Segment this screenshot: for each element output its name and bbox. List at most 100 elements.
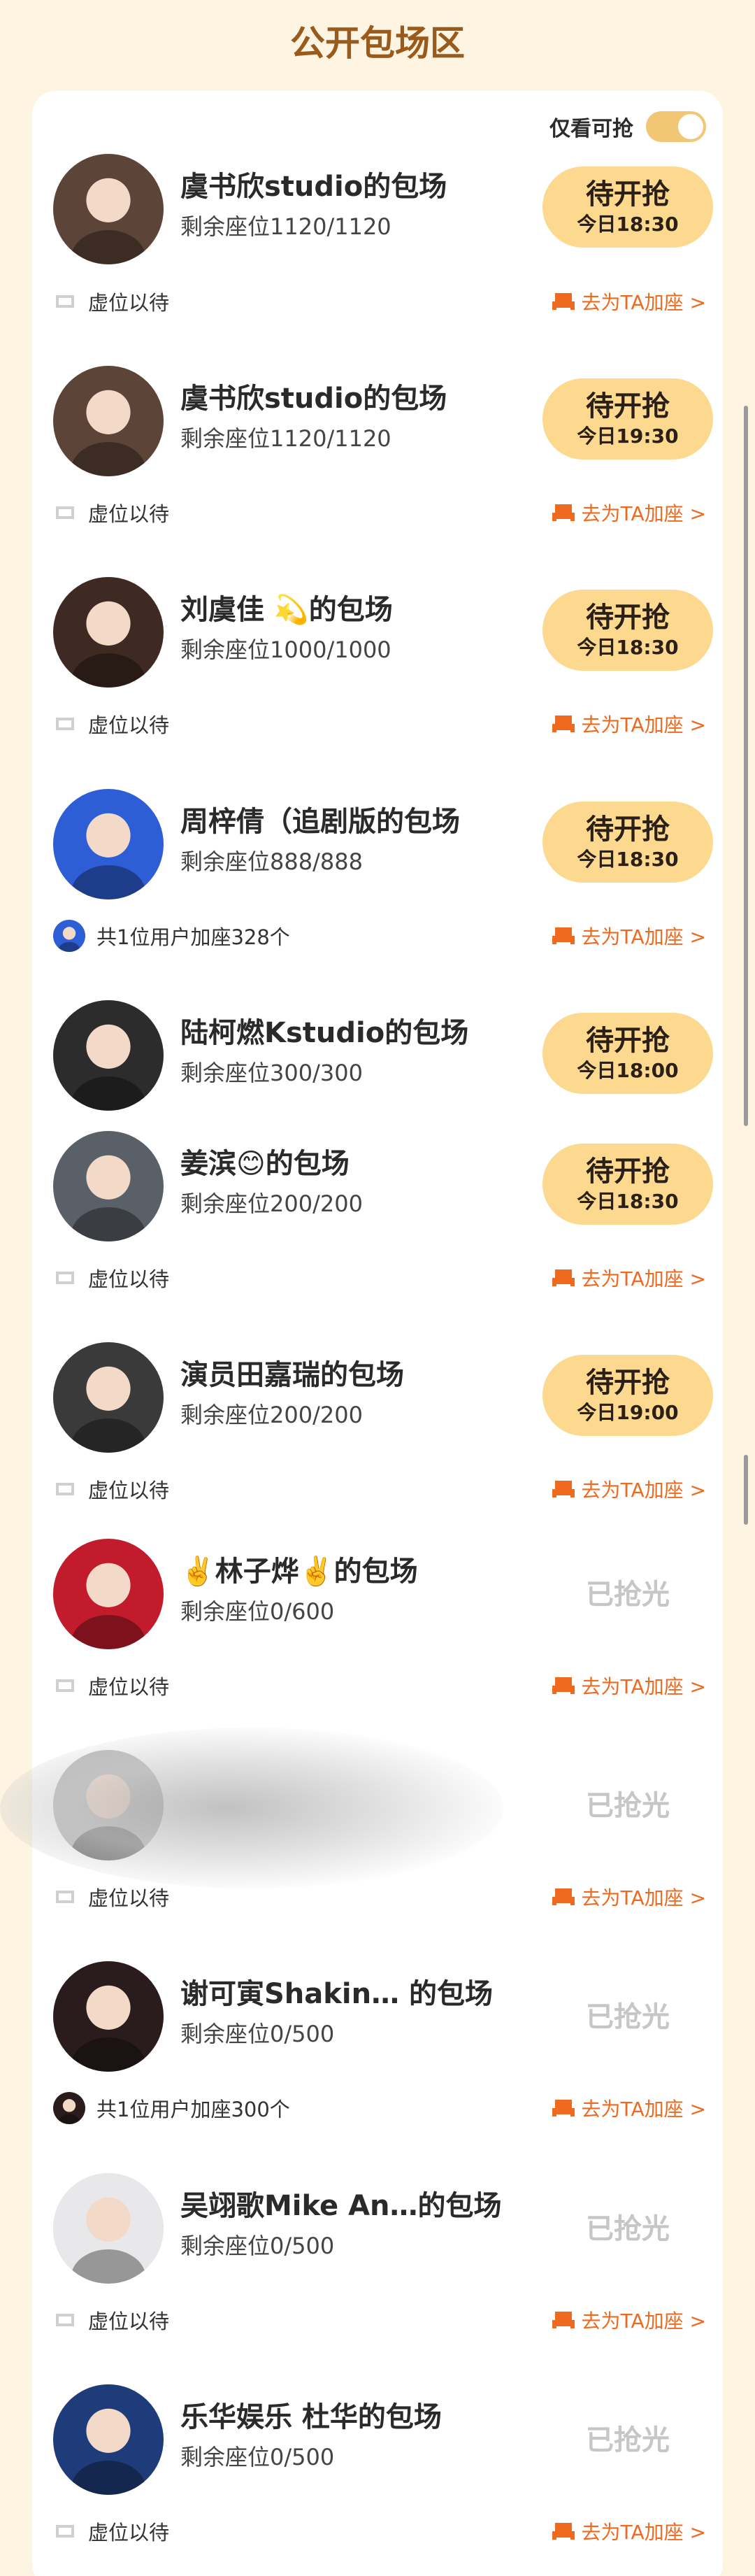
add-seat-label: 去为TA加座 > (581, 291, 706, 314)
avatar[interactable] (53, 789, 164, 899)
add-seat-link[interactable]: 去为TA加座 > (551, 2093, 706, 2123)
pending-button[interactable]: 待开抢 今日18:30 (542, 802, 713, 883)
pending-button[interactable]: 待开抢 今日18:30 (542, 1144, 713, 1225)
add-seat-label: 去为TA加座 > (581, 2098, 706, 2121)
pending-button[interactable]: 待开抢 今日18:00 (542, 1013, 713, 1094)
avatar[interactable] (53, 1961, 164, 2072)
event-row: 刘虞佳 💫的包场 剩余座位1000/1000 待开抢 今日18:30 (32, 576, 723, 716)
avatar[interactable] (53, 154, 164, 264)
event-title[interactable]: 虞书欣studio的包场 (180, 380, 447, 418)
status-label: 待开抢 (586, 602, 670, 634)
row-footer-info: 虚位以待 (53, 2305, 169, 2335)
row-footer-info: 共1位用户加座328个 (53, 920, 290, 952)
row-footer-info: 虚位以待 (53, 709, 169, 739)
status-label: 待开抢 (586, 178, 670, 211)
footer-text: 共1位用户加座300个 (96, 2098, 290, 2121)
start-time: 今日18:00 (577, 1059, 679, 1082)
avatar[interactable] (53, 366, 164, 476)
footer-text: 虚位以待 (88, 2310, 170, 2333)
status-label: 待开抢 (586, 1025, 670, 1057)
row-footer-info: 虚位以待 (53, 497, 169, 528)
event-row: 演员田嘉瑞的包场 剩余座位200/200 待开抢 今日19:00 (32, 1341, 723, 1481)
avatar[interactable] (53, 577, 164, 688)
avatar[interactable] (53, 1131, 164, 1241)
event-row: 虞书欣studio的包场剩余座位1120/1120 待开抢 今日18:30 (32, 152, 723, 292)
sofa-icon (552, 504, 575, 521)
empty-seat-icon (56, 1679, 74, 1692)
add-seat-link[interactable]: 去为TA加座 > (551, 920, 706, 951)
avatar[interactable] (53, 2173, 164, 2284)
add-seat-link[interactable]: 去为TA加座 > (551, 1262, 706, 1293)
filter-label: 仅看可抢 (549, 117, 633, 141)
pending-button[interactable]: 待开抢 今日18:30 (542, 166, 713, 248)
row-footer-info: 虚位以待 (53, 1670, 169, 1701)
status-label: 待开抢 (586, 813, 670, 846)
avatar[interactable] (53, 1539, 164, 1649)
scrollbar-thumb[interactable] (744, 1455, 748, 1525)
mini-avatar (53, 920, 85, 952)
empty-seat-icon (56, 506, 74, 519)
empty-seat-icon (56, 1483, 74, 1495)
avatar[interactable] (53, 1000, 164, 1111)
row-footer-info: 虚位以待 (53, 1881, 169, 1912)
add-seat-label: 去为TA加座 > (581, 2521, 706, 2544)
start-time: 今日18:30 (577, 848, 679, 871)
pending-button[interactable]: 待开抢 今日19:30 (542, 378, 713, 460)
seats-remaining: 剩余座位0/500 (180, 2444, 335, 2470)
footer-text: 虚位以待 (88, 1675, 170, 1699)
empty-seat-icon (56, 718, 74, 730)
add-seat-link[interactable]: 去为TA加座 > (551, 1881, 706, 1912)
avatar[interactable] (53, 2384, 164, 2495)
event-title[interactable]: ✌️林子烨✌️的包场 (180, 1553, 418, 1591)
event-row: ✌️林子烨✌️的包场 剩余座位0/600 已抢光 (32, 1537, 723, 1677)
empty-seat-icon (56, 2314, 74, 2326)
footer-text: 虚位以待 (88, 1267, 170, 1291)
add-seat-link[interactable]: 去为TA加座 > (551, 1474, 706, 1504)
sofa-icon (552, 1677, 575, 1694)
footer-text: 虚位以待 (88, 713, 170, 737)
event-row: 周梓倩（追剧版的包场 剩余座位888/888 待开抢 今日18:30 (32, 788, 723, 927)
sofa-icon (552, 2523, 575, 2540)
footer-text: 共1位用户加座328个 (96, 925, 290, 949)
sofa-icon (552, 1888, 575, 1905)
event-title[interactable]: 姜滨😊的包场 (180, 1145, 350, 1183)
add-seat-link[interactable]: 去为TA加座 > (551, 286, 706, 317)
redacted-area (0, 1728, 503, 1888)
event-title[interactable]: 陆柯燃Kstudio的包场 (180, 1014, 468, 1052)
pending-button[interactable]: 待开抢 今日19:00 (542, 1355, 713, 1436)
footer-text: 虚位以待 (88, 1479, 170, 1502)
row-footer-info: 虚位以待 (53, 286, 169, 317)
add-seat-link[interactable]: 去为TA加座 > (551, 2305, 706, 2335)
filter-toggle[interactable] (646, 111, 706, 142)
event-title[interactable]: 吴翊歌Mike An…的包场 (180, 2187, 502, 2225)
avatar[interactable] (53, 1342, 164, 1453)
pending-button[interactable]: 待开抢 今日18:30 (542, 590, 713, 671)
add-seat-link[interactable]: 去为TA加座 > (551, 497, 706, 528)
soldout-label: 已抢光 (586, 2001, 670, 2033)
event-title[interactable]: 刘虞佳 💫的包场 (180, 591, 393, 629)
soldout-label: 已抢光 (586, 2213, 670, 2245)
empty-seat-icon (56, 295, 74, 308)
footer-text: 虚位以待 (88, 502, 170, 526)
page: 公开包场区 仅看可抢 虞书欣studio的包场 剩余座位1120/1120 待开抢今… (0, 0, 755, 2576)
event-title[interactable]: 演员田嘉瑞的包场 (180, 1356, 404, 1394)
event-title[interactable]: 虞书欣studio的包场 (180, 168, 447, 206)
seats-remaining: 剩余座位1120/1120 (180, 213, 391, 240)
add-seat-link[interactable]: 去为TA加座 > (551, 709, 706, 739)
seats-remaining: 剩余座位1120/1120 (180, 425, 391, 452)
scrollbar[interactable] (744, 406, 748, 1126)
event-row: 乐华娱乐 杜华的包场剩余座位0/500 已抢光 (32, 2383, 723, 2523)
status-label: 待开抢 (586, 390, 670, 422)
row-footer-info: 虚位以待 (53, 1474, 169, 1504)
event-title[interactable]: 谢可寅Shakin… 的包场 (180, 1975, 493, 2013)
seats-remaining: 剩余座位0/500 (180, 2233, 335, 2259)
soldout-label: 已抢光 (586, 2424, 670, 2456)
add-seat-link[interactable]: 去为TA加座 > (551, 2516, 706, 2547)
seats-remaining: 剩余座位300/300 (180, 1060, 363, 1086)
row-footer-info: 共1位用户加座300个 (53, 2092, 290, 2124)
sofa-icon (552, 1269, 575, 1286)
event-title[interactable]: 周梓倩（追剧版的包场 (180, 803, 460, 841)
add-seat-link[interactable]: 去为TA加座 > (551, 1670, 706, 1701)
filter-available-only[interactable]: 仅看可抢 (549, 110, 706, 143)
event-title[interactable]: 乐华娱乐 杜华的包场 (180, 2398, 442, 2436)
